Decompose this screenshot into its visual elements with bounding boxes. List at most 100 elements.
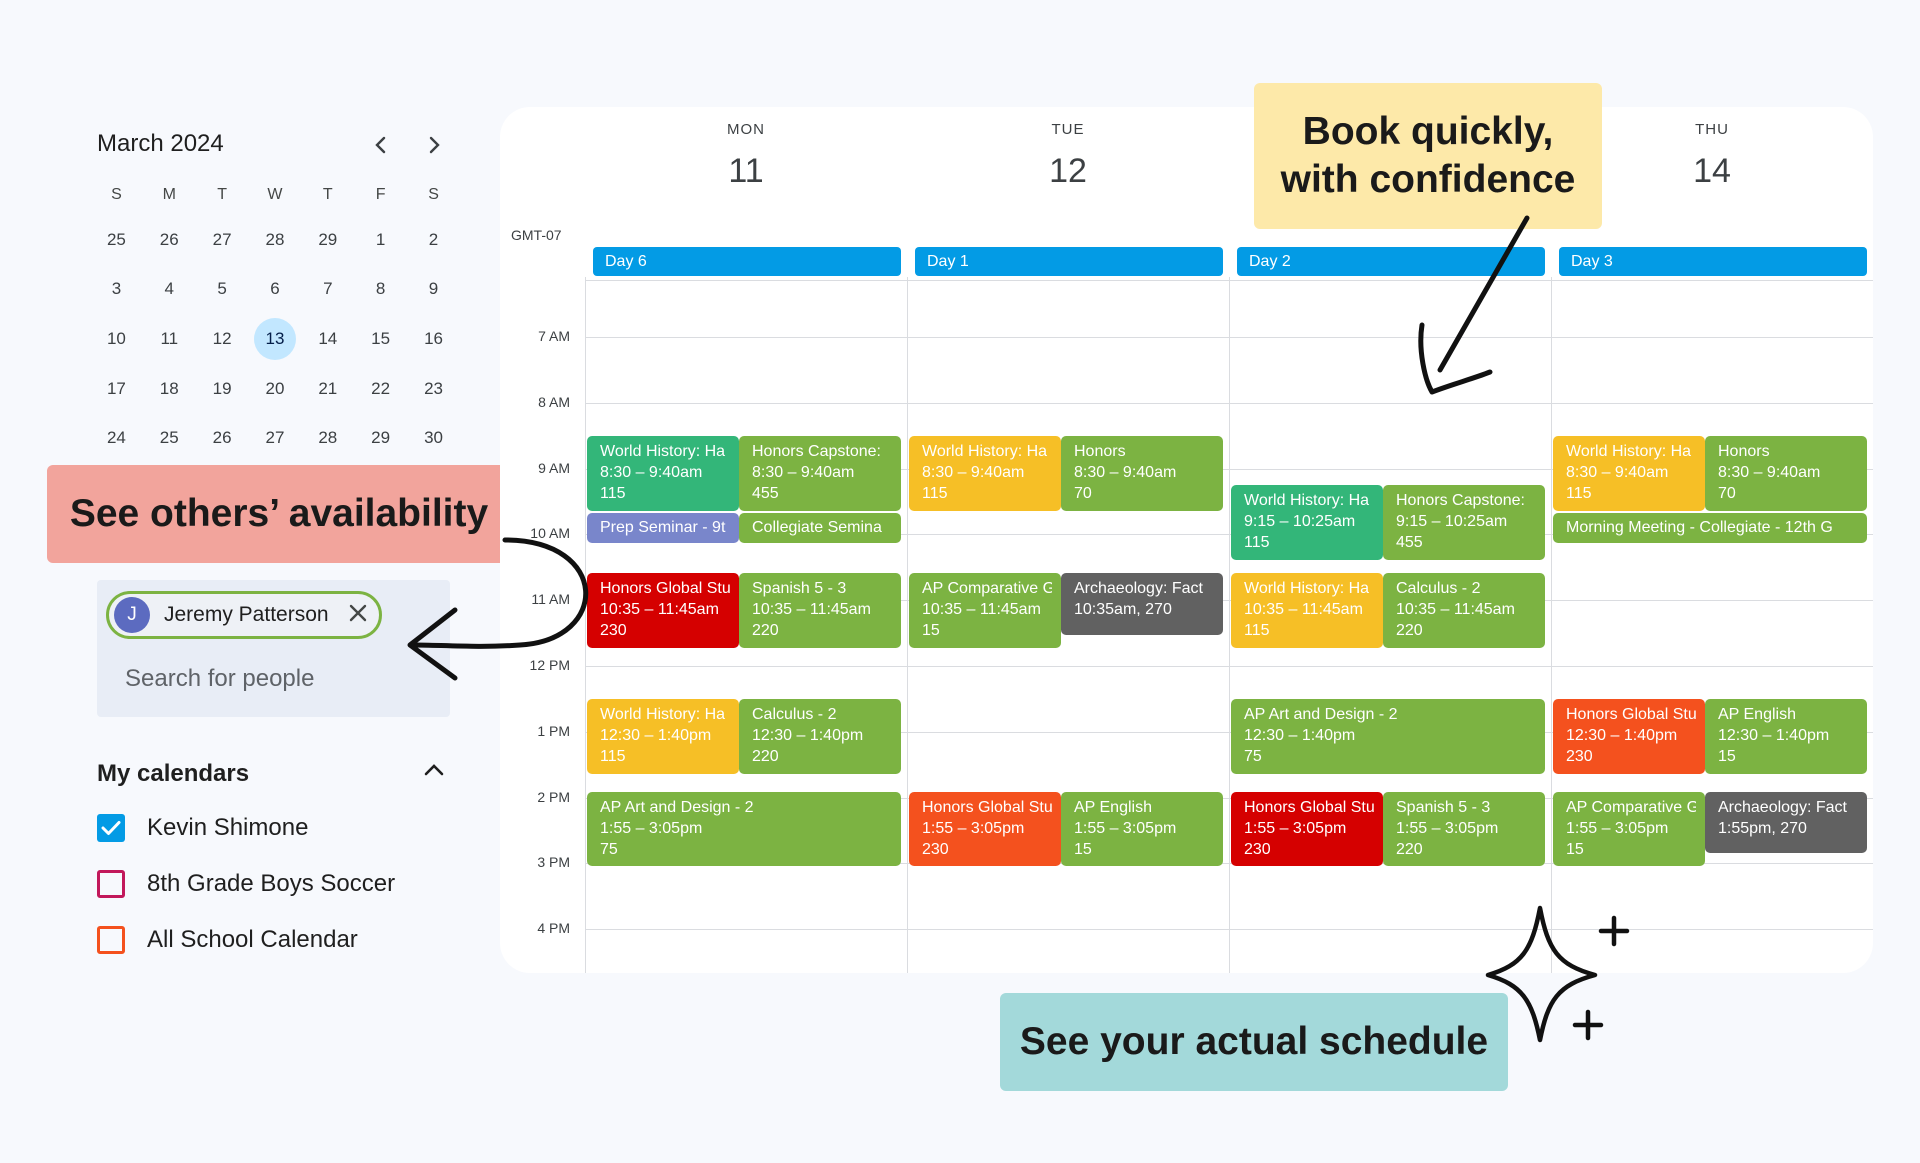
- event-title: Morning Meeting - Collegiate - 12th G: [1566, 519, 1833, 536]
- close-icon[interactable]: [349, 601, 367, 629]
- calendar-event[interactable]: AP Art and Design - 2 1:55 – 3:05pm 75: [587, 792, 901, 866]
- event-room: 220: [752, 622, 779, 639]
- mini-calendar-day[interactable]: 28: [249, 215, 302, 265]
- calendar-event[interactable]: World History: Ha 8:30 – 9:40am 115: [1553, 436, 1705, 511]
- calendar-event[interactable]: Spanish 5 - 3 10:35 – 11:45am 220: [739, 573, 901, 648]
- mini-calendar-day[interactable]: 22: [354, 364, 407, 414]
- all-day-event[interactable]: Day 3: [1559, 247, 1867, 276]
- mini-calendar-day[interactable]: 18: [143, 364, 196, 414]
- calendar-event[interactable]: Calculus - 2 10:35 – 11:45am 220: [1383, 573, 1545, 648]
- mini-calendar-day[interactable]: 16: [407, 314, 460, 364]
- checkbox-icon[interactable]: [97, 926, 125, 954]
- calendar-event[interactable]: Spanish 5 - 3 1:55 – 3:05pm 220: [1383, 792, 1545, 866]
- chevron-left-icon[interactable]: [365, 129, 397, 161]
- checkbox-checked-icon[interactable]: [97, 814, 125, 842]
- event-time: 1:55 – 3:05pm: [1244, 820, 1347, 837]
- calendar-item[interactable]: 8th Grade Boys Soccer: [97, 856, 447, 912]
- calendar-event[interactable]: Collegiate Semina: [739, 513, 901, 543]
- calendar-event[interactable]: World History: Ha 8:30 – 9:40am 115: [587, 436, 739, 511]
- day-header[interactable]: TUE 12: [938, 121, 1198, 191]
- mini-calendar-day[interactable]: 15: [354, 314, 407, 364]
- mini-calendar-day[interactable]: 7: [301, 265, 354, 315]
- checkbox-icon[interactable]: [97, 870, 125, 898]
- calendar-event[interactable]: AP Art and Design - 2 12:30 – 1:40pm 75: [1231, 699, 1545, 774]
- calendar-event[interactable]: Honors Global Stu 10:35 – 11:45am 230: [587, 573, 739, 648]
- calendar-event[interactable]: World History: Ha 9:15 – 10:25am 115: [1231, 485, 1383, 560]
- mini-calendar-day[interactable]: 28: [301, 413, 354, 463]
- mini-calendar-day[interactable]: 6: [249, 265, 302, 315]
- calendar-event[interactable]: World History: Ha 12:30 – 1:40pm 115: [587, 699, 739, 774]
- search-people-input[interactable]: [125, 665, 425, 693]
- calendar-event[interactable]: Honors Capstone: 8:30 – 9:40am 455: [739, 436, 901, 511]
- day-header[interactable]: THU 14: [1582, 121, 1842, 191]
- all-day-event[interactable]: Day 1: [915, 247, 1223, 276]
- mini-calendar-day[interactable]: 1: [354, 215, 407, 265]
- calendar-item[interactable]: Kevin Shimone: [97, 800, 447, 856]
- mini-calendar-day[interactable]: 9: [407, 265, 460, 315]
- mini-calendar-day[interactable]: 10: [90, 314, 143, 364]
- calendar-event[interactable]: AP Comparative G 1:55 – 3:05pm 15: [1553, 792, 1705, 866]
- mini-calendar-day[interactable]: 14: [301, 314, 354, 364]
- avatar: J: [114, 597, 150, 633]
- all-day-event[interactable]: Day 6: [593, 247, 901, 276]
- calendar-item[interactable]: All School Calendar: [97, 912, 447, 968]
- mini-calendar-day[interactable]: 26: [196, 413, 249, 463]
- mini-calendar-day[interactable]: 29: [354, 413, 407, 463]
- day-header[interactable]: MON 11: [616, 121, 876, 191]
- calendar-event[interactable]: Honors 8:30 – 9:40am 70: [1061, 436, 1223, 511]
- mini-calendar-day[interactable]: 2: [407, 215, 460, 265]
- event-title: Archaeology: Fact: [1074, 580, 1203, 597]
- calendar-event[interactable]: Honors Global Stu 1:55 – 3:05pm 230: [1231, 792, 1383, 866]
- mini-calendar-day[interactable]: 25: [143, 413, 196, 463]
- calendar-event[interactable]: Morning Meeting - Collegiate - 12th G: [1553, 513, 1867, 543]
- mini-calendar-day[interactable]: 17: [90, 364, 143, 414]
- mini-calendar-day[interactable]: 25: [90, 215, 143, 265]
- calendar-event[interactable]: Archaeology: Fact 1:55pm, 270: [1705, 792, 1867, 853]
- mini-calendar-day[interactable]: 20: [249, 364, 302, 414]
- calendar-event[interactable]: World History: Ha 10:35 – 11:45am 115: [1231, 573, 1383, 648]
- chevron-up-icon[interactable]: [423, 762, 445, 783]
- all-day-event[interactable]: Day 2: [1237, 247, 1545, 276]
- mini-calendar-day[interactable]: 27: [196, 215, 249, 265]
- chevron-right-icon[interactable]: [418, 129, 450, 161]
- mini-calendar-week: 17 18 19 20 21 22 23: [90, 364, 460, 414]
- mini-calendar-day[interactable]: 29: [301, 215, 354, 265]
- mini-calendar-day[interactable]: 19: [196, 364, 249, 414]
- event-time: 10:35 – 11:45am: [1396, 601, 1515, 618]
- calendar-event[interactable]: Archaeology: Fact 10:35am, 270: [1061, 573, 1223, 635]
- hour-line: [585, 337, 1873, 338]
- mini-calendar-day[interactable]: 30: [407, 413, 460, 463]
- event-time: 12:30 – 1:40pm: [1718, 727, 1830, 744]
- mini-calendar-day[interactable]: 11: [143, 314, 196, 364]
- calendar-event[interactable]: Honors Capstone: 9:15 – 10:25am 455: [1383, 485, 1545, 560]
- mini-calendar-day[interactable]: 3: [90, 265, 143, 315]
- mini-calendar-day-label: 10: [106, 328, 126, 348]
- mini-calendar-day-label: 11: [160, 328, 179, 348]
- event-room: 75: [600, 841, 618, 858]
- mini-calendar-day[interactable]: 21: [301, 364, 354, 414]
- event-room: 220: [1396, 841, 1423, 858]
- mini-calendar-day[interactable]: 12: [196, 314, 249, 364]
- calendar-event[interactable]: Prep Seminar - 9t: [587, 513, 739, 543]
- mini-calendar-day[interactable]: 5: [196, 265, 249, 315]
- mini-calendar-day[interactable]: 24: [90, 413, 143, 463]
- mini-calendar-day[interactable]: 26: [143, 215, 196, 265]
- mini-calendar-day[interactable]: 23: [407, 364, 460, 414]
- mini-calendar-day[interactable]: 4: [143, 265, 196, 315]
- calendar-event[interactable]: AP English 12:30 – 1:40pm 15: [1705, 699, 1867, 774]
- calendar-event[interactable]: Calculus - 2 12:30 – 1:40pm 220: [739, 699, 901, 774]
- my-calendars-header[interactable]: My calendars: [97, 760, 447, 800]
- mini-calendar-day-label: 4: [164, 279, 174, 299]
- mini-calendar-day[interactable]: 13: [249, 314, 302, 364]
- calendar-event[interactable]: AP English 1:55 – 3:05pm 15: [1061, 792, 1223, 866]
- calendar-event[interactable]: World History: Ha 8:30 – 9:40am 115: [909, 436, 1061, 511]
- calendar-event[interactable]: Honors Global Stu 1:55 – 3:05pm 230: [909, 792, 1061, 866]
- mini-calendar-day[interactable]: 8: [354, 265, 407, 315]
- calendar-event[interactable]: AP Comparative G 10:35 – 11:45am 15: [909, 573, 1061, 648]
- mini-calendar-day[interactable]: 27: [249, 413, 302, 463]
- event-title: AP Art and Design - 2: [600, 799, 754, 816]
- calendar-event[interactable]: Honors 8:30 – 9:40am 70: [1705, 436, 1867, 511]
- calendar-event[interactable]: Honors Global Stu 12:30 – 1:40pm 230: [1553, 699, 1705, 774]
- event-title: Honors Capstone:: [1396, 492, 1525, 509]
- person-chip[interactable]: J Jeremy Patterson: [106, 591, 382, 639]
